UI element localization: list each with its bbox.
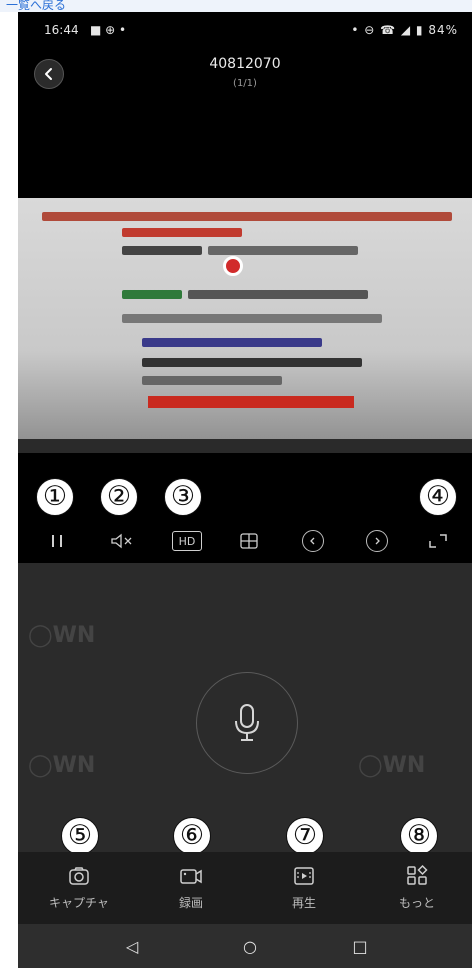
status-right-icons: • ⊖ ☎ ◢ ▮ 84% [351,23,458,37]
callout-2: ② [100,478,138,516]
top-strip: 一覧へ戻る [0,0,472,12]
status-left-icons: ■ ⊕ • [90,23,127,37]
callout-3: ③ [164,478,202,516]
live-video-view[interactable] [18,198,472,453]
talk-panel: ◯WN ◯WN ◯WN ⑤ ⑥ ⑦ ⑧ [18,563,472,865]
phone-screen: 16:44 ■ ⊕ • • ⊖ ☎ ◢ ▮ 84% 40812070 (1/1)… [18,12,472,968]
video-content [188,290,368,299]
video-content [208,246,358,255]
watermark: ◯WN [28,623,96,648]
more-icon [407,864,428,885]
record-label: 録画 [178,896,203,910]
fullscreen-button[interactable] [421,527,455,555]
video-content [122,314,382,323]
nav-home-button[interactable]: ○ [238,934,262,958]
watermark: ◯WN [358,753,426,778]
pause-icon [52,535,62,547]
fullscreen-icon [429,534,447,548]
split-view-button[interactable] [232,527,266,555]
device-subtitle: (1/1) [233,78,257,89]
header: 40812070 (1/1) [18,50,472,110]
camera-icon [69,867,89,885]
capture-button[interactable]: キャプチャ [23,852,135,924]
video-content [18,439,472,453]
video-content [122,228,242,237]
player-controls: ① ② ③ ④ HD [18,453,472,563]
playback-button[interactable]: 再生 [248,852,360,924]
callout-8: ⑧ [400,817,438,855]
callout-7: ⑦ [286,817,324,855]
playback-label: 再生 [291,896,316,910]
nav-recent-button[interactable]: □ [348,934,372,958]
speaker-muted-icon [111,533,132,549]
android-nav-bar: ◁ ○ □ [18,924,472,968]
playback-icon [294,867,314,885]
capture-label: キャプチャ [49,896,109,910]
more-button[interactable]: もっと [361,852,472,924]
hd-button[interactable]: HD [172,531,202,551]
pause-button[interactable] [40,527,74,555]
video-content [142,338,322,347]
video-content [148,396,354,408]
record-button[interactable]: 録画 [135,852,247,924]
chevron-right-icon [375,537,380,545]
microphone-button[interactable] [196,672,298,774]
callout-5: ⑤ [61,817,99,855]
video-content [122,290,182,299]
video-record-icon [180,869,202,884]
video-content [223,256,243,276]
microphone-icon [235,704,259,741]
video-content [142,376,282,385]
callout-4: ④ [419,478,457,516]
next-button[interactable] [366,530,388,552]
grid-icon [240,533,258,549]
watermark: ◯WN [28,753,96,778]
previous-button[interactable] [302,530,324,552]
video-content [42,212,452,221]
mute-button[interactable] [105,527,139,555]
status-bar: 16:44 ■ ⊕ • • ⊖ ☎ ◢ ▮ 84% [18,12,472,50]
device-title: 40812070 [209,56,281,72]
status-time: 16:44 [44,23,79,37]
callout-6: ⑥ [173,817,211,855]
chevron-left-icon [310,537,315,545]
nav-back-button[interactable]: ◁ [120,934,144,958]
more-label: もっと [398,896,435,910]
video-content [142,358,362,367]
callout-1: ① [36,478,74,516]
bottom-action-bar: キャプチャ 録画 再生 もっと [18,852,472,924]
video-content [122,246,202,255]
